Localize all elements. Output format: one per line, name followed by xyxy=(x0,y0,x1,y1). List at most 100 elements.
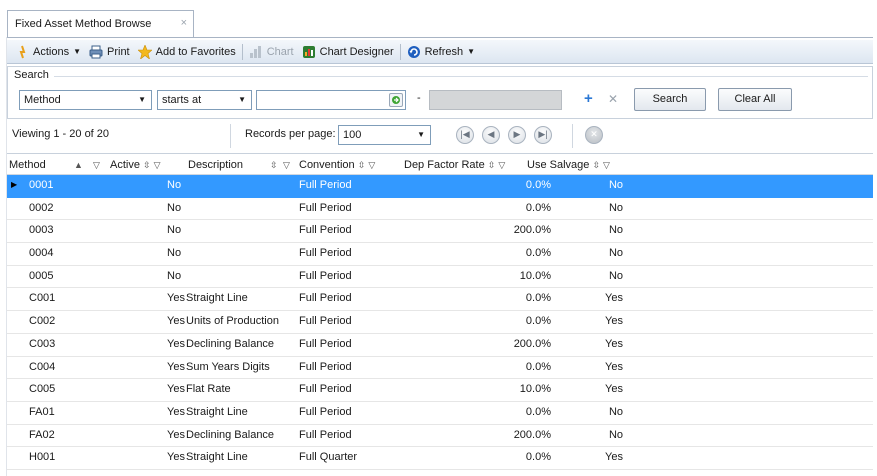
search-value-input[interactable] xyxy=(256,90,406,110)
cell-use-salvage: Yes xyxy=(605,337,623,350)
cell-active: Yes xyxy=(167,360,185,373)
cell-method: FA01 xyxy=(29,405,55,418)
cell-convention: Full Period xyxy=(299,360,352,373)
tab-fixed-asset-method-browse[interactable]: Fixed Asset Method Browse × xyxy=(7,10,194,38)
clear-all-button[interactable]: Clear All xyxy=(718,88,792,111)
cell-convention: Full Period xyxy=(299,179,352,191)
sort-icon[interactable]: ⇳ xyxy=(270,160,278,171)
cancel-load-button[interactable]: ✕ xyxy=(585,126,603,144)
left-edge xyxy=(0,37,7,476)
search-field-select[interactable]: Method ▼ xyxy=(19,90,152,110)
grid-header: Method ▲ ▽ Active ⇳ ▽ Description ⇳ ▽ Co… xyxy=(7,155,873,175)
column-header-convention[interactable]: Convention ⇳ ▽ xyxy=(299,159,375,171)
cell-active: Yes xyxy=(167,292,185,305)
cell-use-salvage: No xyxy=(608,405,623,418)
chart-designer-button[interactable]: Chart Designer xyxy=(298,42,398,62)
tab-title: Fixed Asset Method Browse xyxy=(15,18,152,30)
cell-active: Yes xyxy=(167,451,185,464)
search-divider xyxy=(54,76,868,77)
first-page-button[interactable]: |◀ xyxy=(456,126,474,144)
last-page-button[interactable]: ▶| xyxy=(534,126,552,144)
first-page-icon: |◀ xyxy=(460,129,470,139)
table-row[interactable]: C003 Yes Declining Balance Full Period 200.0… xyxy=(7,334,873,357)
cell-method: C001 xyxy=(29,292,56,305)
cell-dep-factor-rate: 0.0% xyxy=(525,360,551,373)
cancel-icon: ✕ xyxy=(590,129,598,139)
remove-criteria-icon[interactable]: ✕ xyxy=(608,92,618,106)
filter-icon[interactable]: ▽ xyxy=(93,160,100,171)
column-header-description[interactable]: Description xyxy=(188,159,243,171)
range-dash: - xyxy=(417,92,421,104)
cell-use-salvage: No xyxy=(608,247,623,260)
cell-use-salvage: Yes xyxy=(605,383,623,396)
close-icon[interactable]: × xyxy=(181,17,187,29)
filter-icon: ▽ xyxy=(153,160,161,170)
table-row[interactable]: 0002 No Full Period 0.0% No xyxy=(7,198,873,221)
table-row[interactable]: C005 Yes Flat Rate Full Period 10.0% Yes xyxy=(7,379,873,402)
cell-active: No xyxy=(167,269,182,282)
tab-strip: Fixed Asset Method Browse × xyxy=(0,0,877,38)
cell-description: Straight Line xyxy=(186,405,248,418)
table-row[interactable]: FA02 Yes Declining Balance Full Period 200.0… xyxy=(7,425,873,448)
grid-body: ▶ 0001 No Full Period 0.0% No 0002 No Full Perio… xyxy=(7,175,873,470)
results-grid: Method ▲ ▽ Active ⇳ ▽ Description ⇳ ▽ Co… xyxy=(7,155,873,470)
add-criteria-icon[interactable]: + xyxy=(584,90,593,107)
previous-page-button[interactable]: ◀ xyxy=(482,126,500,144)
cell-method: FA02 xyxy=(29,428,55,441)
next-page-button[interactable]: ▶ xyxy=(508,126,526,144)
star-icon xyxy=(136,43,153,60)
column-header-active[interactable]: Active ⇳ ▽ xyxy=(110,159,161,171)
cell-description: Flat Rate xyxy=(186,383,231,396)
cell-method: C004 xyxy=(29,360,56,373)
print-label: Print xyxy=(107,45,130,58)
filter-icon: ▽ xyxy=(603,160,610,170)
cell-use-salvage: Yes xyxy=(605,360,623,373)
cell-dep-factor-rate: 200.0% xyxy=(513,337,551,350)
records-per-page-select[interactable]: 100 ▼ xyxy=(338,125,431,145)
add-to-favorites-button[interactable]: Add to Favorites xyxy=(134,42,240,62)
chart-button[interactable]: Chart xyxy=(245,42,298,62)
table-row[interactable]: C004 Yes Sum Years Digits Full Period 0.0% Ye… xyxy=(7,357,873,380)
search-button[interactable]: Search xyxy=(634,88,706,111)
chevron-down-icon: ▼ xyxy=(417,130,425,139)
cell-convention: Full Period xyxy=(299,224,352,237)
cell-dep-factor-rate: 0.0% xyxy=(525,451,551,464)
chevron-down-icon: ▼ xyxy=(73,47,81,56)
cell-active: No xyxy=(167,179,182,191)
table-row[interactable]: ▶ 0001 No Full Period 0.0% No xyxy=(7,175,873,198)
table-row[interactable]: C002 Yes Units of Production Full Period 0.0… xyxy=(7,311,873,334)
cell-dep-factor-rate: 0.0% xyxy=(525,292,551,305)
actions-menu[interactable]: Actions ▼ xyxy=(11,42,85,62)
cell-use-salvage: Yes xyxy=(605,315,623,328)
search-panel: Search Method ▼ starts at ▼ - + ✕ Search… xyxy=(7,66,873,119)
table-row[interactable]: H001 Yes Straight Line Full Quarter 0.0% Yes xyxy=(7,447,873,470)
cell-active: No xyxy=(167,247,182,260)
filter-icon[interactable]: ▽ xyxy=(283,160,290,171)
column-header-dep-factor-rate[interactable]: Dep Factor Rate ⇳ ▽ xyxy=(404,159,505,171)
search-field-value: Method xyxy=(24,94,61,106)
operator-select[interactable]: starts at ▼ xyxy=(157,90,252,110)
table-row[interactable]: FA01 Yes Straight Line Full Period 0.0% No xyxy=(7,402,873,425)
column-header-method[interactable]: Method xyxy=(9,159,46,171)
cell-use-salvage: Yes xyxy=(605,292,623,305)
print-button[interactable]: Print xyxy=(85,42,134,62)
table-row[interactable]: C001 Yes Straight Line Full Period 0.0% Yes xyxy=(7,288,873,312)
sort-ascending-icon[interactable]: ▲ xyxy=(74,160,83,170)
pager-divider xyxy=(230,124,231,148)
lookup-icon[interactable] xyxy=(389,93,403,107)
table-row[interactable]: 0003 No Full Period 200.0% No xyxy=(7,220,873,244)
refresh-label: Refresh xyxy=(424,45,464,58)
cell-description: Declining Balance xyxy=(186,337,275,350)
cell-description: Units of Production xyxy=(186,315,279,328)
current-row-indicator-icon: ▶ xyxy=(11,180,18,189)
cell-convention: Full Period xyxy=(299,201,352,214)
column-header-use-salvage[interactable]: Use Salvage ⇳ ▽ xyxy=(527,159,610,171)
cell-use-salvage: No xyxy=(608,179,623,191)
table-row[interactable]: 0005 No Full Period 10.0% No xyxy=(7,266,873,289)
lightbulb-icon xyxy=(15,45,29,59)
table-row[interactable]: 0004 No Full Period 0.0% No xyxy=(7,243,873,266)
cell-convention: Full Period xyxy=(299,428,352,441)
cell-convention: Full Period xyxy=(299,269,352,282)
refresh-button[interactable]: Refresh ▼ xyxy=(403,42,479,62)
cell-active: Yes xyxy=(167,337,185,350)
